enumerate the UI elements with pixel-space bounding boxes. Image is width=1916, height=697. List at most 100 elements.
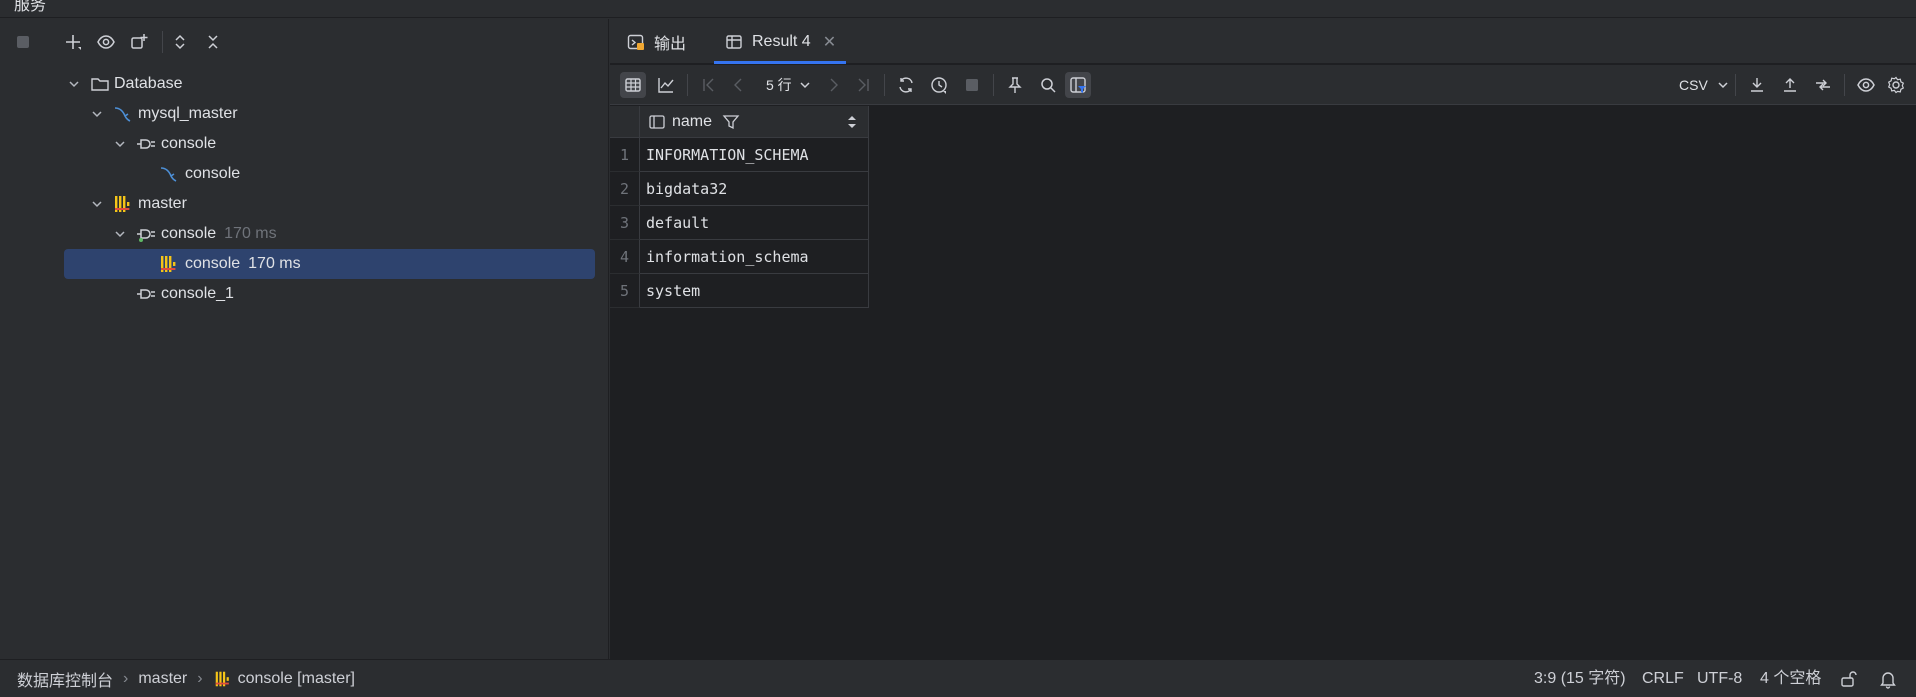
tree-label: master xyxy=(138,195,187,212)
chevron-down-icon[interactable] xyxy=(90,107,104,121)
row-count-select[interactable]: 5 行 xyxy=(766,72,812,98)
sort-icon[interactable] xyxy=(846,115,858,129)
clock-icon[interactable] xyxy=(926,72,952,98)
mysql-icon xyxy=(160,167,177,182)
row-number: 2 xyxy=(610,172,640,206)
tree-label: mysql_master xyxy=(138,105,238,122)
toolbar-separator xyxy=(1735,74,1736,96)
breadcrumb-item[interactable]: master xyxy=(138,670,187,688)
tree-node-mysql-console[interactable]: console xyxy=(64,159,595,189)
chevron-right-icon: › xyxy=(197,670,203,687)
chevron-down-icon[interactable] xyxy=(113,137,127,151)
output-icon xyxy=(627,34,644,50)
results-panel: 输出 Result 4 ✕ 5 行 CSV name 1 INFORMATION… xyxy=(610,19,1916,659)
next-page-icon[interactable] xyxy=(820,72,846,98)
toolbar-separator xyxy=(687,74,688,96)
close-icon[interactable]: ✕ xyxy=(823,32,836,52)
folder-icon xyxy=(91,78,109,91)
services-panel: Database mysql_master console console ma… xyxy=(0,19,609,659)
upload-icon[interactable] xyxy=(1777,72,1803,98)
expand-all-icon[interactable] xyxy=(167,29,193,55)
services-toolbar xyxy=(0,19,609,63)
compare-icon[interactable] xyxy=(1810,72,1836,98)
chevron-down-icon xyxy=(1718,82,1728,89)
filter-panel-icon[interactable] xyxy=(1065,72,1091,98)
stop-icon[interactable] xyxy=(959,72,985,98)
table-icon xyxy=(726,34,742,49)
table-cell[interactable]: system xyxy=(640,274,869,308)
tree-label: Database xyxy=(114,75,183,92)
tab-result[interactable]: Result 4 ✕ xyxy=(714,19,847,64)
breadcrumb-item[interactable]: console [master] xyxy=(238,670,355,688)
tree-node-master-console[interactable]: console 170 ms xyxy=(64,249,595,279)
bell-icon[interactable] xyxy=(1878,669,1898,689)
table-view-icon[interactable] xyxy=(620,72,646,98)
tree-node-console-1[interactable]: console_1 xyxy=(64,279,595,309)
tree-node-mysql-master[interactable]: mysql_master xyxy=(64,99,595,129)
cursor-position[interactable]: 3:9 (15 字符) xyxy=(1534,660,1626,697)
eye-icon[interactable] xyxy=(1853,72,1879,98)
collapse-all-icon[interactable] xyxy=(200,29,226,55)
chevron-down-icon[interactable] xyxy=(67,77,81,91)
console-plug-icon xyxy=(137,289,155,299)
tree-label: console xyxy=(185,255,241,272)
pin-icon[interactable] xyxy=(1002,72,1028,98)
download-icon[interactable] xyxy=(1744,72,1770,98)
table-cell[interactable]: default xyxy=(640,206,869,240)
chevron-right-icon: › xyxy=(123,670,129,687)
row-number: 1 xyxy=(610,138,640,172)
last-page-icon[interactable] xyxy=(850,72,876,98)
square-icon[interactable] xyxy=(10,29,36,55)
tab-label: 输出 xyxy=(654,35,687,53)
column-header-name[interactable]: name xyxy=(640,106,869,138)
breadcrumb: 数据库控制台 › master › console [master] xyxy=(17,660,355,697)
clickhouse-icon xyxy=(215,671,229,687)
file-encoding[interactable]: UTF-8 xyxy=(1697,660,1742,697)
results-tabs: 输出 Result 4 ✕ xyxy=(610,19,1916,64)
toolbar-separator xyxy=(993,74,994,96)
tab-output[interactable]: 输出 xyxy=(626,19,686,64)
tree-label: console xyxy=(161,135,217,152)
add-icon[interactable] xyxy=(60,29,86,55)
chart-view-icon[interactable] xyxy=(653,72,679,98)
column-name: name xyxy=(672,112,713,130)
refresh-icon[interactable] xyxy=(893,72,919,98)
tree-node-master[interactable]: master xyxy=(64,189,595,219)
table-cell[interactable]: INFORMATION_SCHEMA xyxy=(640,138,869,172)
row-number: 5 xyxy=(610,274,640,308)
filter-icon[interactable] xyxy=(722,113,740,131)
line-ending[interactable]: CRLF xyxy=(1642,660,1684,697)
row-number: 3 xyxy=(610,206,640,240)
unlock-icon[interactable] xyxy=(1838,669,1858,689)
row-number: 4 xyxy=(610,240,640,274)
tab-label: Result 4 xyxy=(752,32,811,50)
first-page-icon[interactable] xyxy=(696,72,722,98)
toolbar-separator xyxy=(884,74,885,96)
tree-node-mysql-console-group[interactable]: console xyxy=(64,129,595,159)
clickhouse-icon xyxy=(161,256,176,272)
column-icon xyxy=(649,114,665,129)
chevron-down-icon[interactable] xyxy=(113,227,127,241)
table-cell[interactable]: bigdata32 xyxy=(640,172,869,206)
tree-label: console_1 xyxy=(161,285,234,302)
status-bar: 数据库控制台 › master › console [master] 3:9 (… xyxy=(0,659,1916,697)
eye-icon[interactable] xyxy=(93,29,119,55)
gear-icon[interactable] xyxy=(1883,72,1909,98)
tree-label: console xyxy=(161,225,217,242)
clickhouse-icon xyxy=(115,196,130,212)
console-plug-connected-icon xyxy=(137,229,155,242)
breadcrumb-item[interactable]: 数据库控制台 xyxy=(17,667,113,691)
table-cell[interactable]: information_schema xyxy=(640,240,869,274)
toolbar-separator xyxy=(1844,74,1845,96)
search-icon[interactable] xyxy=(1035,72,1061,98)
mysql-icon xyxy=(114,107,131,122)
chevron-down-icon xyxy=(800,82,810,89)
tree-node-database[interactable]: Database xyxy=(64,69,595,99)
export-format-select[interactable]: CSV xyxy=(1679,72,1730,98)
tree-node-master-console-group[interactable]: console 170 ms xyxy=(64,219,595,249)
chevron-down-icon[interactable] xyxy=(90,197,104,211)
new-console-icon[interactable] xyxy=(126,29,152,55)
previous-page-icon[interactable] xyxy=(726,72,752,98)
indent-setting[interactable]: 4 个空格 xyxy=(1760,660,1821,697)
tree-label: console xyxy=(185,165,241,182)
